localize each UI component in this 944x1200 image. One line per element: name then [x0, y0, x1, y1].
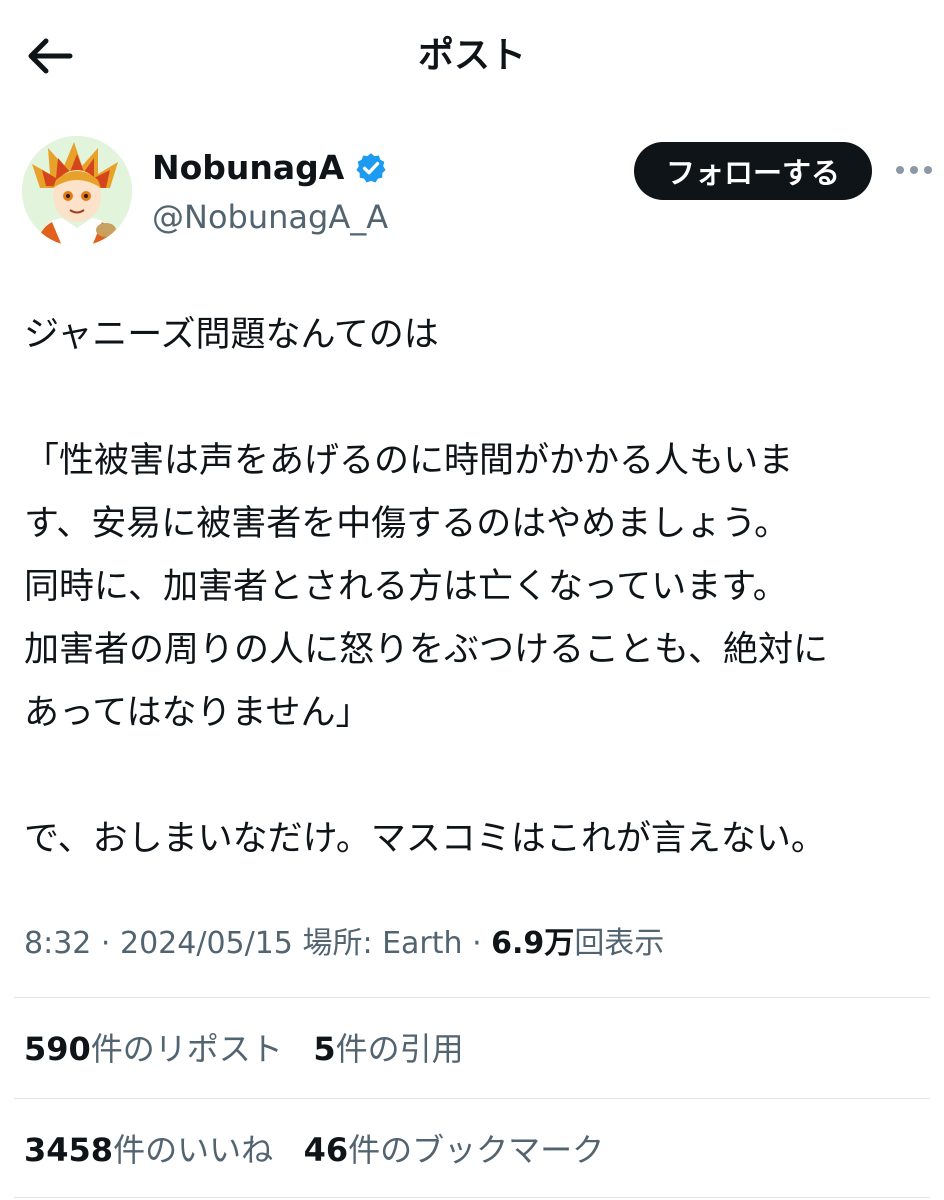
post-line: あってはなりません」: [24, 693, 371, 733]
post-date[interactable]: 2024/05/15: [120, 926, 293, 961]
post-location: 場所: Earth: [302, 926, 463, 961]
top-bar: ポスト: [0, 0, 944, 110]
divider: [14, 1098, 930, 1099]
reposts-label: 件のリポスト: [90, 1030, 283, 1068]
likes-stat[interactable]: 3458件のいいね: [24, 1131, 273, 1169]
post-line: ジャニーズ問題なんてのは: [24, 315, 439, 355]
divider: [14, 1197, 930, 1198]
avatar[interactable]: [22, 136, 132, 246]
post-line: 「性被害は声をあげるのに時間がかかる人もいま: [24, 441, 794, 481]
views-label: 回表示: [574, 926, 665, 961]
bookmarks-label: 件のブックマーク: [348, 1131, 605, 1169]
page-title: ポスト: [417, 35, 526, 76]
quotes-label: 件の引用: [335, 1030, 464, 1068]
post-text: ジャニーズ問題なんてのは 「性被害は声をあげるのに時間がかかる人もいま す、安易…: [24, 304, 929, 871]
quotes-count: 5: [313, 1030, 336, 1068]
repost-stats-row: 590件のリポスト 5件の引用: [24, 1024, 464, 1070]
display-name: NobunagA: [152, 148, 345, 187]
bookmarks-count: 46: [303, 1131, 349, 1169]
more-button[interactable]: [890, 146, 938, 194]
likes-label: 件のいいね: [113, 1131, 274, 1169]
post-time[interactable]: 8:32: [24, 926, 91, 961]
likes-count: 3458: [24, 1131, 114, 1169]
name-row[interactable]: NobunagA: [152, 148, 388, 187]
post-meta: 8:32 · 2024/05/15 場所: Earth · 6.9万回表示: [24, 918, 664, 962]
reposts-stat[interactable]: 590件のリポスト: [24, 1030, 283, 1068]
author-row: NobunagA @NobunagA_A フォローする: [22, 136, 932, 248]
post-line: 同時に、加害者とされる方は亡くなっています。: [24, 567, 788, 607]
more-horizontal-icon: [896, 166, 932, 174]
divider: [14, 997, 930, 998]
post-line: 加害者の周りの人に怒りをぶつけることも、絶対に: [24, 630, 828, 670]
post-line: す、安易に被害者を中傷するのはやめましょう。: [24, 504, 790, 544]
reposts-count: 590: [24, 1030, 91, 1068]
meta-separator: ·: [91, 926, 120, 961]
follow-button[interactable]: フォローする: [634, 142, 872, 200]
views-count: 6.9万: [491, 926, 575, 961]
like-stats-row: 3458件のいいね 46件のブックマーク: [24, 1125, 604, 1171]
post-line: で、おしまいなだけ。マスコミはこれが言えない。: [24, 819, 826, 859]
user-handle[interactable]: @NobunagA_A: [152, 198, 388, 236]
meta-separator: ·: [462, 926, 492, 961]
quotes-stat[interactable]: 5件の引用: [313, 1030, 463, 1068]
bookmarks-stat[interactable]: 46件のブックマーク: [304, 1131, 605, 1169]
verified-badge-icon: [356, 152, 386, 182]
